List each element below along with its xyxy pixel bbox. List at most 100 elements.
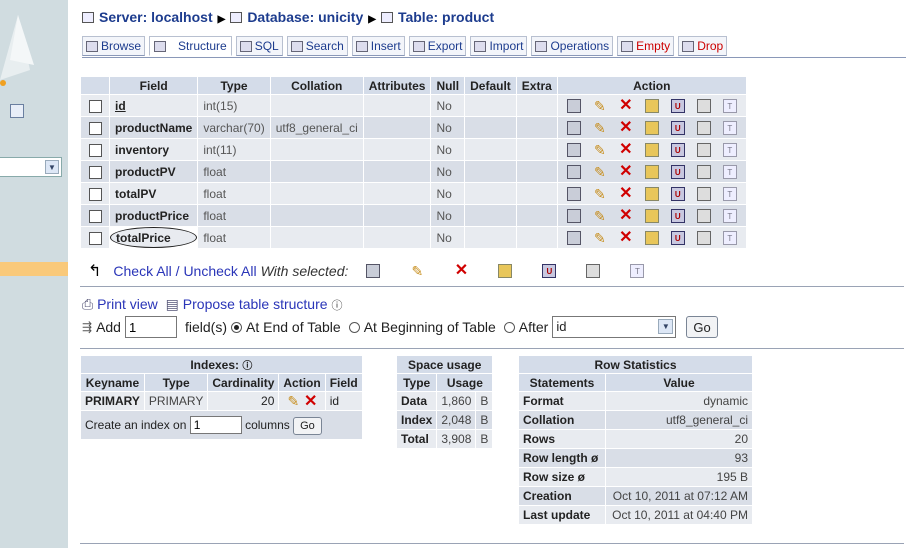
chevron-down-icon[interactable]: ▼ bbox=[45, 160, 59, 174]
index-icon[interactable] bbox=[696, 120, 711, 135]
add-field-go-button[interactable]: Go bbox=[686, 316, 718, 338]
breadcrumb-database[interactable]: Database: unicity bbox=[247, 9, 363, 25]
index-icon[interactable] bbox=[696, 142, 711, 157]
primary-key-icon[interactable] bbox=[644, 186, 659, 201]
print-view-link[interactable]: Print view bbox=[97, 296, 158, 312]
tab-structure[interactable]: Structure bbox=[149, 36, 232, 56]
row-checkbox[interactable] bbox=[88, 99, 102, 113]
edit-field-icon[interactable]: ✎ bbox=[593, 99, 607, 113]
unique-icon[interactable]: U bbox=[670, 186, 685, 201]
edit-field-icon[interactable]: ✎ bbox=[593, 209, 607, 223]
index-column-count-input[interactable] bbox=[189, 415, 242, 434]
unique-selected-icon[interactable]: U bbox=[542, 264, 557, 278]
index-icon[interactable] bbox=[696, 230, 711, 245]
tab-browse[interactable]: Browse bbox=[82, 36, 146, 56]
edit-field-icon[interactable]: ✎ bbox=[593, 165, 607, 179]
at-end-radio[interactable] bbox=[231, 321, 242, 333]
check-all-link[interactable]: Check All bbox=[113, 263, 171, 279]
edit-field-icon[interactable]: ✎ bbox=[593, 231, 607, 245]
browse-values-icon[interactable] bbox=[566, 208, 581, 223]
browse-values-icon[interactable] bbox=[566, 230, 581, 245]
tab-empty[interactable]: Empty bbox=[617, 36, 675, 56]
primary-key-icon[interactable] bbox=[644, 98, 659, 113]
unique-icon[interactable]: U bbox=[670, 230, 685, 245]
row-checkbox[interactable] bbox=[88, 187, 102, 201]
chevron-down-icon[interactable]: ▼ bbox=[658, 319, 674, 334]
database-select[interactable]: ▼ bbox=[0, 157, 62, 177]
unique-icon[interactable]: U bbox=[670, 98, 685, 113]
drop-selected-icon[interactable]: ✕ bbox=[454, 263, 468, 279]
primary-key-icon[interactable] bbox=[644, 164, 659, 179]
drop-index-icon[interactable]: ✕ bbox=[304, 393, 318, 409]
breadcrumb-server[interactable]: Server: localhost bbox=[99, 9, 213, 25]
help-icon[interactable]: ⓘ bbox=[242, 361, 252, 372]
row-checkbox[interactable] bbox=[88, 209, 102, 223]
row-checkbox[interactable] bbox=[88, 231, 102, 245]
tab-export[interactable]: Export bbox=[408, 36, 467, 56]
primary-selected-icon[interactable] bbox=[498, 264, 513, 278]
primary-key-icon[interactable] bbox=[644, 142, 659, 157]
fulltext-icon[interactable]: T bbox=[722, 120, 737, 135]
edit-field-icon[interactable]: ✎ bbox=[593, 187, 607, 201]
fulltext-icon[interactable]: T bbox=[722, 98, 737, 113]
edit-index-icon[interactable]: ✎ bbox=[286, 394, 300, 408]
tab-search[interactable]: Search bbox=[286, 36, 348, 56]
tab-import[interactable]: Import bbox=[470, 36, 528, 56]
fulltext-icon[interactable]: T bbox=[722, 208, 737, 223]
unique-icon[interactable]: U bbox=[670, 164, 685, 179]
row-checkbox[interactable] bbox=[88, 165, 102, 179]
primary-key-icon[interactable] bbox=[644, 208, 659, 223]
drop-field-icon[interactable]: ✕ bbox=[619, 229, 633, 245]
after-radio[interactable] bbox=[503, 321, 515, 333]
index-icon[interactable] bbox=[696, 98, 711, 113]
index-icon[interactable] bbox=[696, 186, 711, 201]
fulltext-selected-icon[interactable]: T bbox=[630, 264, 645, 278]
at-beginning-radio[interactable] bbox=[348, 321, 360, 333]
space-value: 3,908 bbox=[437, 430, 476, 448]
field-count-input[interactable] bbox=[124, 316, 177, 338]
edit-field-icon[interactable]: ✎ bbox=[593, 121, 607, 135]
index-icon[interactable] bbox=[696, 164, 711, 179]
drop-field-icon[interactable]: ✕ bbox=[619, 141, 633, 157]
primary-key-icon[interactable] bbox=[644, 120, 659, 135]
fulltext-icon[interactable]: T bbox=[722, 142, 737, 157]
space-type: Total bbox=[397, 430, 437, 448]
index-selected-icon[interactable] bbox=[586, 264, 601, 278]
row-checkbox[interactable] bbox=[88, 121, 102, 135]
browse-selected-icon[interactable] bbox=[366, 264, 381, 278]
tab-drop[interactable]: Drop bbox=[678, 36, 728, 56]
browse-values-icon[interactable] bbox=[566, 98, 581, 113]
propose-structure-link[interactable]: Propose table structure bbox=[183, 296, 328, 312]
row-checkbox[interactable] bbox=[88, 143, 102, 157]
selected-table-highlight[interactable] bbox=[0, 262, 68, 276]
edit-field-icon[interactable]: ✎ bbox=[593, 143, 607, 157]
browse-values-icon[interactable] bbox=[566, 120, 581, 135]
edit-selected-icon[interactable]: ✎ bbox=[410, 264, 424, 278]
drop-field-icon[interactable]: ✕ bbox=[619, 185, 633, 201]
fulltext-icon[interactable]: T bbox=[722, 164, 737, 179]
index-icon[interactable] bbox=[696, 208, 711, 223]
breadcrumb-arrow-icon: ▶ bbox=[217, 14, 226, 25]
primary-key-icon[interactable] bbox=[644, 230, 659, 245]
tab-sql[interactable]: SQL bbox=[235, 36, 283, 56]
drop-field-icon[interactable]: ✕ bbox=[619, 97, 633, 113]
tab-operations[interactable]: Operations bbox=[531, 36, 614, 56]
create-index-go-button[interactable]: Go bbox=[293, 416, 322, 435]
fulltext-icon[interactable]: T bbox=[722, 186, 737, 201]
drop-field-icon[interactable]: ✕ bbox=[619, 207, 633, 223]
drop-field-icon[interactable]: ✕ bbox=[619, 163, 633, 179]
query-window-icon[interactable] bbox=[10, 104, 24, 118]
after-field-select[interactable]: id ▼ bbox=[552, 316, 677, 338]
fulltext-icon[interactable]: T bbox=[722, 230, 737, 245]
uncheck-all-link[interactable]: Uncheck All bbox=[183, 263, 256, 279]
drop-field-icon[interactable]: ✕ bbox=[619, 119, 633, 135]
unique-icon[interactable]: U bbox=[670, 208, 685, 223]
breadcrumb-table[interactable]: Table: product bbox=[398, 9, 494, 25]
tab-insert[interactable]: Insert bbox=[351, 36, 405, 56]
unique-icon[interactable]: U bbox=[670, 142, 685, 157]
browse-values-icon[interactable] bbox=[566, 164, 581, 179]
unique-icon[interactable]: U bbox=[670, 120, 685, 135]
browse-values-icon[interactable] bbox=[566, 142, 581, 157]
browse-values-icon[interactable] bbox=[566, 186, 581, 201]
help-icon[interactable]: ⓘ bbox=[331, 300, 342, 312]
